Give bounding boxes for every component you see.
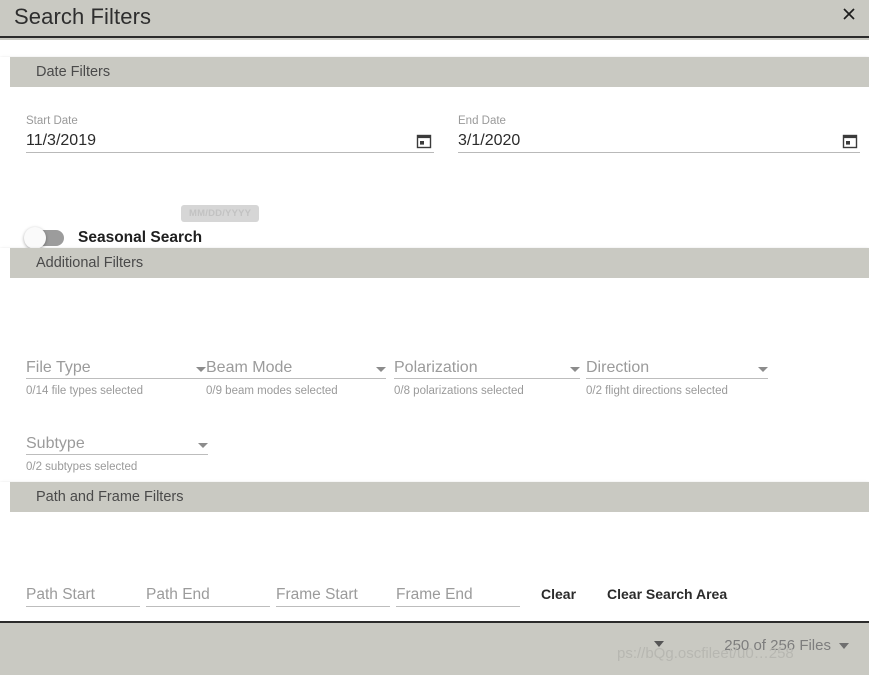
start-date-field[interactable]: Start Date 11/3/2019 [26,115,434,153]
calendar-icon[interactable] [416,133,432,149]
beam-mode-select[interactable]: Beam Mode 0/9 beam modes selected [206,354,386,397]
date-filters-header-label: Date Filters [36,64,111,80]
file-type-hint: 0/14 file types selected [26,385,143,397]
end-date-label: End Date [458,115,506,127]
subtype-hint: 0/2 subtypes selected [26,461,138,473]
dialog-titlebar: Search Filters [0,0,869,38]
dialog-body: Date Filters Start Date 11/3/2019 End Da… [0,40,869,647]
chevron-down-icon[interactable] [198,443,208,448]
subtype-underline [26,454,208,455]
chevron-down-icon[interactable] [839,642,849,649]
clear-search-area-button[interactable]: Clear Search Area [607,586,727,602]
direction-hint: 0/2 flight directions selected [586,385,728,397]
chevron-down-icon[interactable] [196,367,206,372]
date-filters-header[interactable]: Date Filters [0,57,869,87]
seasonal-search-label: Seasonal Search [78,229,203,246]
beam-mode-underline [206,378,386,379]
close-icon[interactable] [837,2,861,26]
path-start-placeholder: Path Start [26,586,95,603]
file-type-placeholder: File Type [26,359,91,376]
date-format-tooltip: MM/DD/YYYY [181,205,260,222]
file-type-underline [26,378,206,379]
start-date-label: Start Date [26,115,78,127]
date-filters-panel: Date Filters Start Date 11/3/2019 End Da… [0,57,869,257]
end-date-field[interactable]: End Date 3/1/2020 [458,115,860,153]
url-status-overlay: ps://bQg.oscfileet/u0…258 [617,645,794,662]
chevron-down-icon [654,641,664,647]
toggle-knob[interactable] [24,227,46,249]
additional-filters-header-label: Additional Filters [36,255,144,271]
frame-end-input[interactable]: Frame End [396,584,520,607]
additional-filters-panel: Additional Filters File Type 0/14 file t… [0,248,869,503]
polarization-select[interactable]: Polarization 0/8 polarizations selected [394,354,580,397]
toggle-track[interactable] [24,227,64,249]
calendar-icon[interactable] [842,133,858,149]
chevron-down-icon[interactable] [570,367,580,372]
path-frame-filters-header[interactable]: Path and Frame Filters [0,482,869,512]
path-end-placeholder: Path End [146,586,210,603]
beam-mode-placeholder: Beam Mode [206,359,293,376]
direction-select[interactable]: Direction 0/2 flight directions selected [586,354,768,397]
seasonal-search-toggle[interactable]: Seasonal Search [24,227,203,249]
frame-start-placeholder: Frame Start [276,586,358,603]
frame-start-underline [276,606,390,607]
direction-underline [586,378,768,379]
path-start-underline [26,606,140,607]
polarization-placeholder: Polarization [394,359,478,376]
polarization-underline [394,378,580,379]
end-date-underline [458,152,860,153]
path-end-underline [146,606,270,607]
clear-button[interactable]: Clear [541,586,576,602]
search-filters-dialog: Search Filters Date Filters Start Date 1… [0,0,869,675]
path-start-input[interactable]: Path Start [26,584,140,607]
start-date-underline [26,152,434,153]
frame-end-underline [396,606,520,607]
page-title: Search Filters [14,4,152,29]
path-end-input[interactable]: Path End [146,584,270,607]
frame-end-placeholder: Frame End [396,586,473,603]
polarization-hint: 0/8 polarizations selected [394,385,524,397]
start-date-value[interactable]: 11/3/2019 [26,130,434,152]
chevron-down-icon[interactable] [758,367,768,372]
end-date-value[interactable]: 3/1/2020 [458,130,860,152]
file-type-select[interactable]: File Type 0/14 file types selected [26,354,206,397]
additional-filters-header[interactable]: Additional Filters [0,248,869,278]
chevron-down-icon[interactable] [376,367,386,372]
subtype-select[interactable]: Subtype 0/2 subtypes selected [26,430,208,473]
beam-mode-hint: 0/9 beam modes selected [206,385,338,397]
subtype-placeholder: Subtype [26,435,85,452]
frame-start-input[interactable]: Frame Start [276,584,390,607]
direction-placeholder: Direction [586,359,650,376]
path-frame-filters-header-label: Path and Frame Filters [36,489,184,505]
